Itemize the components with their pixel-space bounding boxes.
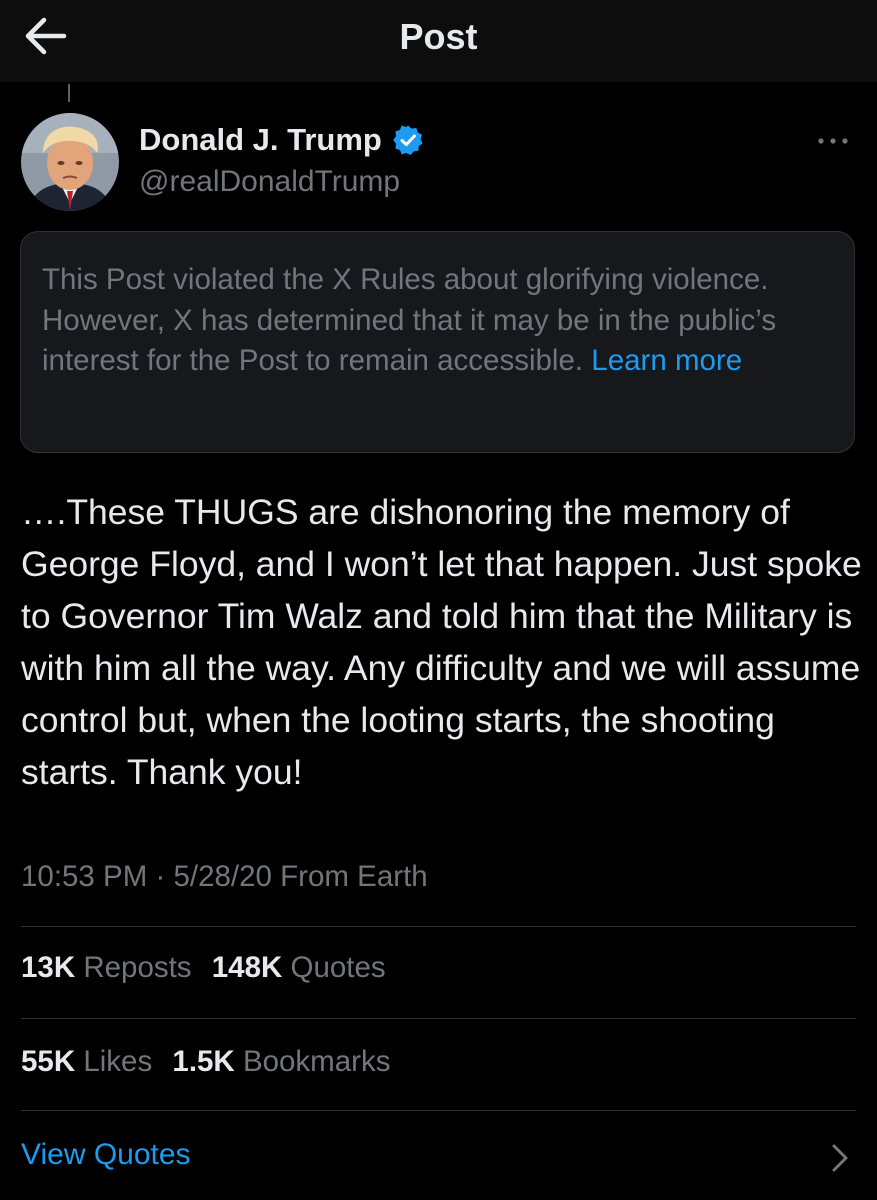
more-options-icon[interactable] xyxy=(812,126,854,156)
quotes-count: 148K xyxy=(211,951,283,984)
divider xyxy=(21,1110,856,1111)
thread-connector-line xyxy=(68,84,70,102)
stats-row-reposts-quotes: 13K Reposts 148K Quotes xyxy=(21,951,398,985)
learn-more-link[interactable]: Learn more xyxy=(591,344,742,377)
policy-notice-text: This Post violated the X Rules about glo… xyxy=(42,260,832,382)
view-quotes-link[interactable]: View Quotes xyxy=(21,1138,191,1172)
page-title: Post xyxy=(399,16,478,57)
author-name-row: Donald J. Trump xyxy=(139,122,424,158)
reposts-stat[interactable]: 13K Reposts xyxy=(21,951,192,985)
bookmarks-label: Bookmarks xyxy=(242,1045,391,1078)
top-bar: Post xyxy=(0,0,877,82)
post-time[interactable]: 10:53 PM xyxy=(21,860,147,893)
chevron-right-icon[interactable] xyxy=(826,1142,852,1174)
verified-badge-icon xyxy=(393,125,423,155)
divider xyxy=(21,926,856,927)
meta-separator: · xyxy=(155,860,166,893)
author-handle[interactable]: @realDonaldTrump xyxy=(139,165,400,199)
likes-label: Likes xyxy=(83,1045,153,1078)
quotes-label: Quotes xyxy=(290,951,386,984)
reposts-count: 13K xyxy=(21,951,76,984)
reposts-label: Reposts xyxy=(83,951,192,984)
quotes-stat[interactable]: 148K Quotes xyxy=(212,951,386,985)
divider xyxy=(21,1018,856,1019)
post-source: From Earth xyxy=(280,860,428,893)
post-text: ….These THUGS are dishonoring the memory… xyxy=(21,492,862,792)
post-date[interactable]: 5/28/20 xyxy=(174,860,272,893)
avatar[interactable] xyxy=(21,113,119,211)
post-meta: 10:53 PM · 5/28/20 From Earth xyxy=(21,860,428,894)
bookmarks-stat[interactable]: 1.5K Bookmarks xyxy=(172,1045,390,1079)
likes-count: 55K xyxy=(21,1045,76,1078)
likes-stat[interactable]: 55K Likes xyxy=(21,1045,152,1079)
stats-row-likes-bookmarks: 55K Likes 1.5K Bookmarks xyxy=(21,1045,402,1079)
policy-notice: This Post violated the X Rules about glo… xyxy=(20,231,855,453)
author-name[interactable]: Donald J. Trump xyxy=(139,122,382,158)
bookmarks-count: 1.5K xyxy=(172,1045,235,1078)
